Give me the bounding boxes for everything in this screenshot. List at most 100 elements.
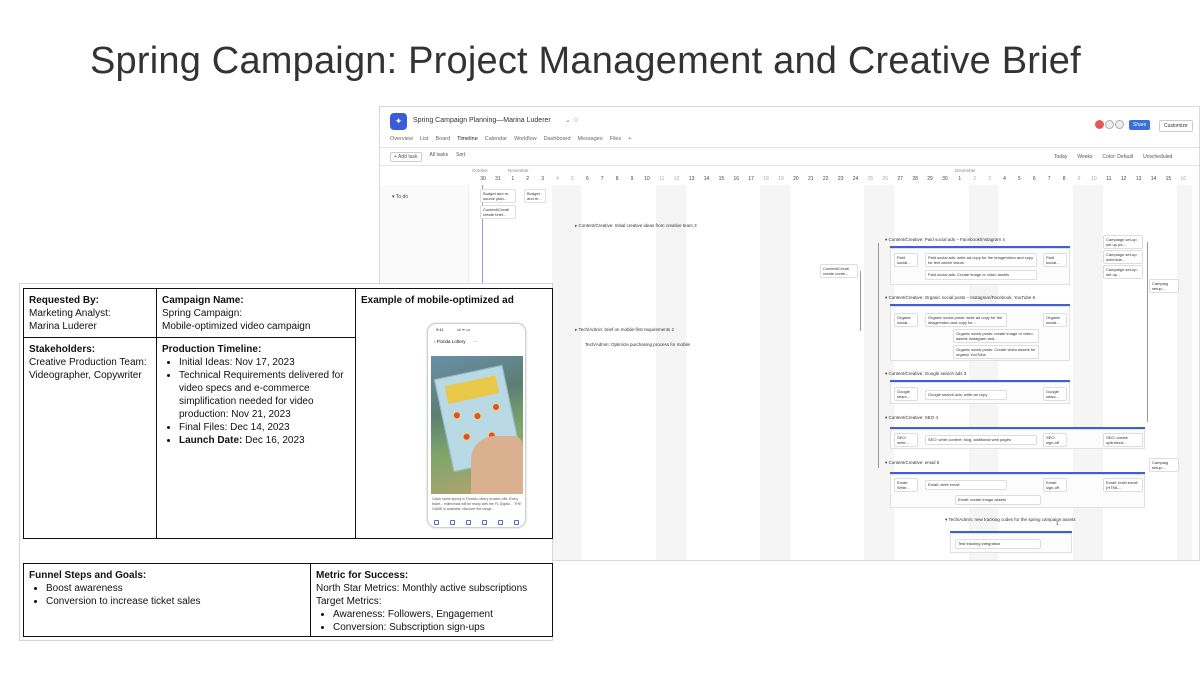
tab-timeline[interactable]: Timeline	[457, 136, 478, 142]
project-title-controls[interactable]: ⌄ ☆	[565, 116, 579, 124]
video-icon[interactable]	[465, 520, 471, 525]
stakeholders-line-2: Videographer, Copywriter	[29, 370, 142, 381]
day-label: 3	[988, 176, 991, 182]
more-icon[interactable]: ···	[466, 339, 478, 344]
campaign-name-line-2: Mobile-optimized video campaign	[162, 321, 311, 332]
search-icon[interactable]	[449, 520, 455, 525]
task-card[interactable]: Campaign set-up: schedule...	[1103, 250, 1143, 264]
customize-button[interactable]: Customize	[1159, 120, 1193, 132]
day-label: 21	[808, 176, 814, 182]
task-card[interactable]: SEO: sign-off	[1043, 433, 1067, 447]
task-card[interactable]: Campaign set-up: set up...	[1103, 265, 1143, 279]
task-card[interactable]: Test tracking integration	[955, 539, 1041, 549]
tab-messages[interactable]: Messages	[578, 136, 603, 142]
task-card[interactable]: Paid social ads: Create image or video a…	[925, 270, 1037, 280]
task-card[interactable]: Email: build email (HTML...	[1103, 478, 1143, 492]
task-card[interactable]: Email: write email	[925, 480, 1007, 490]
day-label: 8	[1062, 176, 1066, 182]
task-card[interactable]: Campaign set-up: set up pa...	[1103, 235, 1143, 249]
day-label: 5	[1018, 176, 1021, 182]
task-card[interactable]: Paid social...	[894, 253, 918, 267]
notifications-icon[interactable]	[498, 520, 504, 525]
task-card[interactable]: Google searc...	[894, 387, 918, 401]
color-button[interactable]: Color: Default	[1103, 154, 1134, 160]
task-group[interactable]: ▾ Content/Creative: Google search ads 3	[885, 371, 966, 377]
task-card[interactable]: Campaig setup:...	[1149, 458, 1179, 472]
add-task-button[interactable]: + Add task	[390, 152, 422, 162]
today-button[interactable]: Today	[1054, 154, 1067, 160]
task-card[interactable]: Budget and re...	[524, 189, 546, 203]
tab-dashboard[interactable]: Dashboard	[544, 136, 571, 142]
menu-icon[interactable]	[514, 520, 520, 525]
task-card[interactable]: Paid social...	[1043, 253, 1067, 267]
home-icon[interactable]	[433, 520, 439, 525]
task-card[interactable]: Email: sign-off	[1043, 478, 1067, 492]
tab-list[interactable]: List	[420, 136, 429, 142]
marketplace-icon[interactable]	[482, 520, 488, 525]
weeks-button[interactable]: Weeks	[1077, 154, 1092, 160]
tab-workflow[interactable]: Workflow	[514, 136, 537, 142]
day-label: 6	[585, 176, 589, 182]
day-label: 2	[973, 176, 977, 182]
weekend-column	[670, 185, 686, 560]
task-group[interactable]: ▾ Content/Creative: email 5	[885, 460, 939, 466]
task-card[interactable]: Content/Creati create brief...	[480, 205, 516, 219]
day-label: 29	[927, 176, 933, 182]
day-label: 16	[1180, 176, 1187, 182]
ad-image[interactable]	[431, 356, 523, 494]
task-group[interactable]: ▾ Content/Creative: Paid social ads – Fa…	[885, 237, 1005, 243]
north-star-metric: North Star Metrics: Monthly active subsc…	[316, 583, 528, 594]
day-label: 25	[867, 176, 874, 182]
member-avatars[interactable]	[1095, 120, 1124, 129]
task-card[interactable]: SEO: write content: blog, additional web…	[925, 435, 1037, 445]
task-card[interactable]: Email: create image assets	[955, 495, 1041, 505]
task-card[interactable]: Budget and re-source plan...	[480, 189, 516, 203]
ticket-symbol	[461, 432, 472, 442]
day-label: 28	[912, 176, 918, 182]
avatar[interactable]	[1105, 120, 1114, 129]
task-card[interactable]: Content/Creati create conte...	[820, 264, 858, 278]
task-card[interactable]: Organic social posts: create image or vi…	[953, 329, 1039, 343]
project-title[interactable]: Spring Campaign Planning—Marina Luderer	[413, 117, 551, 124]
phone-status-bar: 9:41 •ıl ᯤ ▭	[436, 327, 470, 333]
task-group[interactable]: ▸ Tech/Admin: brief on mobile-first requ…	[575, 327, 674, 333]
task-group-count: 1	[1056, 521, 1059, 526]
account-name[interactable]: Florida Lottery	[437, 339, 466, 344]
task-card[interactable]: Organic social...	[1043, 313, 1067, 327]
timeline-item: Final Files: Dec 14, 2023	[179, 421, 350, 434]
task-card[interactable]: Campaig setup:...	[1149, 279, 1179, 293]
task-card[interactable]: Google search ads: write ad copy	[925, 390, 1007, 400]
task-group[interactable]: ▾ Content/Creative: Organic social posts…	[885, 295, 1035, 301]
avatar[interactable]	[1095, 120, 1104, 129]
task-card[interactable]: Organic social...	[894, 313, 918, 327]
section-to-do[interactable]: ▾ To do	[392, 194, 408, 200]
day-label: 12	[1120, 176, 1127, 182]
task-card[interactable]: SEO: write...	[894, 433, 918, 447]
share-button[interactable]: Share	[1129, 120, 1151, 130]
task-card[interactable]: Organic social posts: Create video asset…	[953, 345, 1039, 359]
task-card[interactable]: Organic social posts: write ad copy for …	[925, 313, 1007, 327]
day-label: 15	[1165, 176, 1172, 182]
task-group[interactable]: ▾ Content/Creative: SEO 4	[885, 415, 938, 421]
day-label: 13	[1135, 176, 1142, 182]
weekend-column	[775, 185, 790, 560]
task-group[interactable]: ▸ Content/Creative: Initial creative ide…	[575, 223, 697, 229]
all-tasks-filter[interactable]: All tasks	[430, 152, 449, 162]
tab-overview[interactable]: Overview	[390, 136, 413, 142]
avatar[interactable]	[1115, 120, 1124, 129]
tab-board[interactable]: Board	[435, 136, 450, 142]
add-tab-button[interactable]: +	[628, 136, 631, 142]
tab-calendar[interactable]: Calendar	[485, 136, 507, 142]
task-group-label: Content/Creative: Paid social ads – Face…	[888, 237, 1005, 242]
unscheduled-button[interactable]: Unscheduled	[1143, 154, 1172, 160]
metric-cell: Metric for Success: North Star Metrics: …	[310, 563, 553, 637]
task-card[interactable]: Paid social ads: write ad copy for the i…	[925, 253, 1037, 267]
task-group[interactable]: Tech/Admin: Optimize purchasing process …	[585, 342, 690, 347]
sort-button[interactable]: Sort	[456, 152, 465, 162]
task-card[interactable]: Google searc...	[1043, 387, 1067, 401]
task-card[interactable]: Email: Write...	[894, 478, 918, 492]
task-group-label: Content/Creative: email 5	[888, 460, 940, 465]
task-card[interactable]: SEO: create optimized...	[1103, 433, 1143, 447]
day-label: 30	[480, 176, 486, 182]
tab-files[interactable]: Files	[610, 136, 622, 142]
